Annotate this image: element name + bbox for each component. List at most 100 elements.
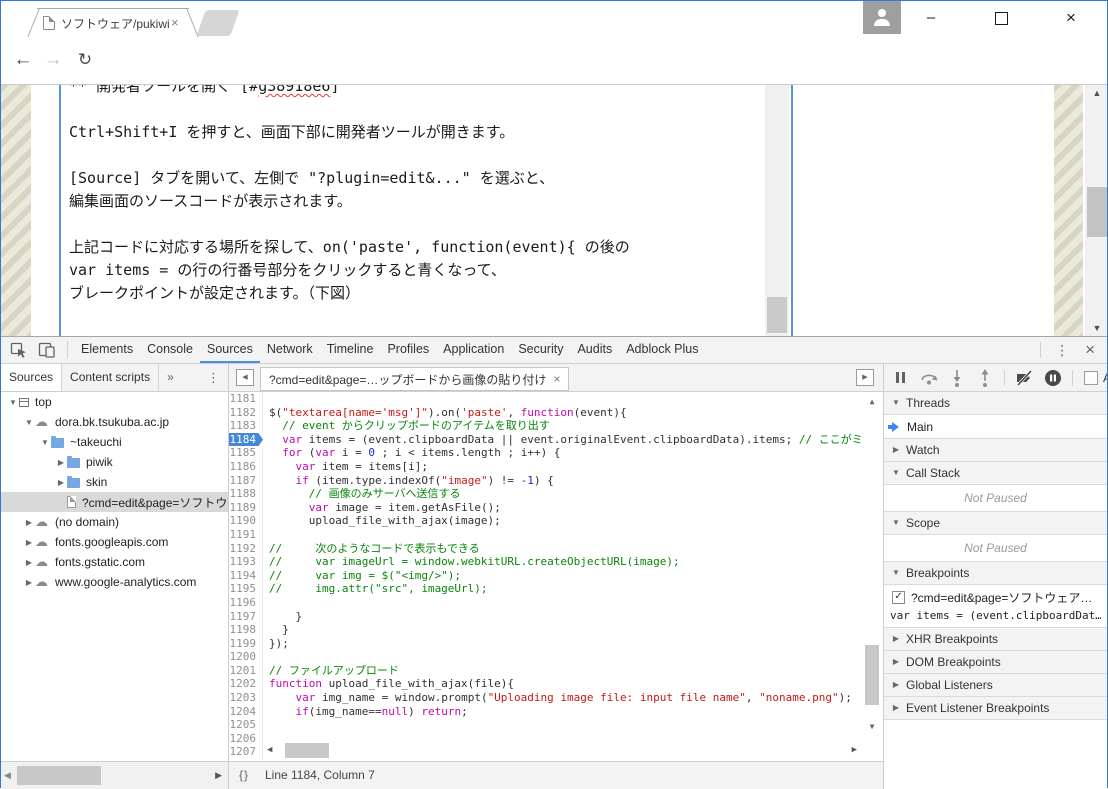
back-button[interactable]: ← — [9, 46, 37, 74]
watch-section-header[interactable]: ▶ Watch — [884, 439, 1107, 462]
line-number[interactable]: 1203 — [229, 691, 263, 705]
chevron-right-icon[interactable]: ▶ — [23, 578, 35, 587]
editor-hscrollbar-thumb[interactable] — [285, 743, 329, 758]
source-code-editor[interactable]: 11811182$("textarea[name='msg']").on('pa… — [229, 392, 881, 761]
collapse-navigator-icon[interactable]: ◀ — [236, 369, 254, 386]
step-into-icon[interactable] — [946, 368, 968, 388]
pause-on-exceptions-icon[interactable] — [1042, 368, 1064, 388]
line-number[interactable]: 1199 — [229, 637, 263, 651]
line-number[interactable]: 1187 — [229, 474, 263, 488]
wiki-edit-textarea[interactable]: ** 開発者ツールを開く [#g38918e6] Ctrl+Shift+I を押… — [59, 85, 793, 336]
devtools-tab-profiles[interactable]: Profiles — [380, 337, 436, 363]
device-toolbar-icon[interactable] — [37, 341, 57, 359]
event-listener-breakpoints-header[interactable]: ▶ Event Listener Breakpoints — [884, 697, 1107, 720]
scroll-up-icon[interactable]: ▲ — [1085, 85, 1107, 101]
chevron-down-icon[interactable]: ▼ — [23, 418, 35, 427]
tree-item-fonts-gstatic-com[interactable]: ▶☁fonts.gstatic.com — [1, 552, 228, 572]
tree-item-fonts-googleapis-com[interactable]: ▶☁fonts.googleapis.com — [1, 532, 228, 552]
maximize-button[interactable] — [976, 1, 1026, 37]
tab-close-icon[interactable]: × — [171, 17, 179, 29]
async-checkbox[interactable] — [1084, 371, 1098, 385]
reload-button[interactable]: ↻ — [71, 46, 99, 74]
thread-main-item[interactable]: Main — [884, 415, 1107, 439]
editor-horizontal-scrollbar[interactable]: ◀ ▶ — [267, 742, 857, 759]
tree-item-piwik[interactable]: ▶piwik — [1, 452, 228, 472]
textarea-scrollbar-thumb[interactable] — [767, 297, 787, 333]
devtools-tab-network[interactable]: Network — [260, 337, 320, 363]
chevron-right-icon[interactable]: ▶ — [23, 558, 35, 567]
scroll-right-icon[interactable]: ▶ — [852, 742, 857, 759]
scroll-up-icon[interactable]: ▲ — [863, 394, 881, 410]
scroll-left-icon[interactable]: ◀ — [267, 742, 272, 759]
devtools-tab-security[interactable]: Security — [511, 337, 570, 363]
tree-item-no-domain[interactable]: ▶☁(no domain) — [1, 512, 228, 532]
line-number[interactable]: 1205 — [229, 718, 263, 732]
line-number[interactable]: 1202 — [229, 677, 263, 691]
devtools-tab-sources[interactable]: Sources — [200, 337, 260, 363]
devtools-tab-application[interactable]: Application — [436, 337, 511, 363]
editor-vertical-scrollbar[interactable]: ▲ ▼ — [863, 392, 881, 737]
xhr-breakpoints-header[interactable]: ▶ XHR Breakpoints — [884, 628, 1107, 651]
chevron-right-icon[interactable]: ▶ — [55, 458, 67, 467]
navigator-tab-sources[interactable]: Sources — [1, 364, 62, 391]
chevron-right-icon[interactable]: ▶ — [23, 538, 35, 547]
window-close-button[interactable]: × — [1046, 1, 1096, 37]
chevron-right-icon[interactable]: ▶ — [55, 478, 67, 487]
line-number[interactable]: 1201 — [229, 664, 263, 678]
line-number[interactable]: 1189 — [229, 501, 263, 515]
line-number[interactable]: 1181 — [229, 392, 263, 406]
breakpoints-section-header[interactable]: ▼ Breakpoints — [884, 562, 1107, 585]
devtools-tab-adblock-plus[interactable]: Adblock Plus — [619, 337, 705, 363]
scroll-down-icon[interactable]: ▼ — [1085, 320, 1107, 336]
line-number[interactable]: 1190 — [229, 514, 263, 528]
textarea-scrollbar[interactable] — [765, 85, 789, 336]
navigator-hscrollbar-thumb[interactable] — [17, 766, 101, 785]
line-number[interactable]: 1207 — [229, 745, 263, 759]
pretty-print-icon[interactable]: {} — [239, 762, 249, 789]
tree-item-cmd-edit-page[interactable]: ?cmd=edit&page=ソフトウ — [1, 492, 228, 512]
threads-section-header[interactable]: ▼ Threads — [884, 392, 1107, 415]
devtools-menu-icon[interactable]: ⋮ — [1045, 342, 1079, 359]
navigator-horizontal-scrollbar[interactable]: ◀ ▶ — [1, 762, 229, 789]
line-number[interactable]: 1193 — [229, 555, 263, 569]
page-scrollbar-thumb[interactable] — [1087, 187, 1107, 237]
page-scrollbar[interactable]: ▲ ▼ — [1085, 85, 1107, 336]
line-number[interactable]: 1192 — [229, 542, 263, 556]
line-number[interactable]: 1182 — [229, 406, 263, 420]
devtools-close-icon[interactable]: × — [1079, 340, 1107, 360]
chevron-down-icon[interactable]: ▼ — [39, 438, 51, 447]
navigator-tab-content-scripts[interactable]: Content scripts — [62, 364, 159, 391]
tree-item-skin[interactable]: ▶skin — [1, 472, 228, 492]
tree-item-takeuchi[interactable]: ▼~takeuchi — [1, 432, 228, 452]
line-number[interactable]: 1185 — [229, 446, 263, 460]
navigator-menu-icon[interactable]: ⋮ — [199, 364, 228, 391]
scroll-right-icon[interactable]: ▶ — [215, 762, 222, 788]
tree-item-top[interactable]: ▼top — [1, 392, 228, 412]
line-number[interactable]: 1198 — [229, 623, 263, 637]
tree-item-dora-bk-tsukuba-ac-jp[interactable]: ▼☁dora.bk.tsukuba.ac.jp — [1, 412, 228, 432]
dom-breakpoints-header[interactable]: ▶ DOM Breakpoints — [884, 651, 1107, 674]
devtools-tab-elements[interactable]: Elements — [74, 337, 140, 363]
file-tab-close-icon[interactable]: × — [553, 372, 560, 386]
scroll-down-icon[interactable]: ▼ — [863, 719, 881, 735]
step-over-icon[interactable] — [918, 368, 940, 388]
callstack-section-header[interactable]: ▼ Call Stack — [884, 462, 1107, 485]
editor-scrollbar-thumb[interactable] — [865, 645, 879, 705]
breakpoint-entry[interactable]: ✓ ?cmd=edit&page=ソフトウェア… var items = (ev… — [884, 585, 1107, 628]
line-number[interactable]: 1200 — [229, 650, 263, 664]
line-number[interactable]: 1196 — [229, 596, 263, 610]
line-number[interactable]: 1191 — [229, 528, 263, 542]
line-number[interactable]: 1186 — [229, 460, 263, 474]
expand-sidebar-icon[interactable]: ▶ — [856, 369, 874, 386]
line-number[interactable]: 1195 — [229, 582, 263, 596]
devtools-tab-timeline[interactable]: Timeline — [320, 337, 381, 363]
file-tab[interactable]: ?cmd=edit&page=…ップボードから画像の貼り付け × — [260, 367, 569, 391]
profile-avatar-button[interactable] — [863, 1, 901, 34]
scroll-left-icon[interactable]: ◀ — [4, 762, 11, 788]
step-out-icon[interactable] — [974, 368, 996, 388]
scope-section-header[interactable]: ▼ Scope — [884, 512, 1107, 535]
new-tab-button[interactable] — [196, 10, 239, 36]
breakpoint-line-number[interactable]: 1184 — [229, 433, 263, 447]
minimize-button[interactable]: – — [906, 1, 956, 37]
breakpoint-code-snippet[interactable]: var items = (event.clipboardDat… — [890, 609, 1101, 622]
